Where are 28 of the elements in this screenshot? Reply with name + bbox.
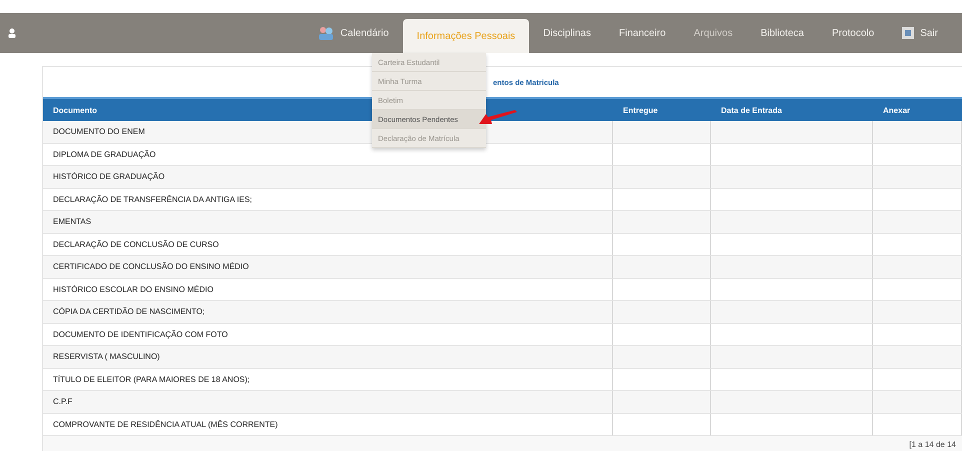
column-header: Data de Entrada [711,97,873,121]
user-icon[interactable] [8,28,16,38]
nav-item[interactable]: Calendário [304,26,403,40]
pager-text: [1 a 14 de 14 [909,440,956,449]
table-cell: DIPLOMA DE GRADUAÇÃO [43,144,613,166]
people-icon [318,26,334,40]
table-cell: HISTÓRICO ESCOLAR DO ENSINO MÉDIO [43,278,613,301]
table-cell: DECLARAÇÃO DE CONCLUSÃO DE CURSO [43,234,613,256]
column-header: Anexar [873,97,962,121]
table-cell: DECLARAÇÃO DE TRANSFERÊNCIA DA ANTIGA IES; [43,188,613,211]
nav-item[interactable]: Biblioteca [746,28,818,38]
nav-item[interactable]: Disciplinas [529,28,605,38]
exit-icon [902,27,914,39]
table-cell: DOCUMENTO DE IDENTIFICAÇÃO COM FOTO [43,324,613,346]
pointer-arrow-drawing [478,110,518,126]
nav-item[interactable]: Financeiro [604,28,680,38]
table-cell: CERTIFICADO DE CONCLUSÃO DO ENSINO MÉDIO [43,256,613,278]
nav-item[interactable]: Informações Pessoais [402,19,530,53]
table-cell: HISTÓRICO DE GRADUAÇÃO [43,166,613,188]
table-cell: RESERVISTA ( MASCULINO) [43,346,613,368]
nav-item[interactable]: Sair [888,27,952,39]
table-cell: CÓPIA DA CERTIDÃO DE NASCIMENTO; [43,301,613,324]
table-cell: COMPROVANTE DE RESIDÊNCIA ATUAL (MÊS CORRENTE) [43,414,613,436]
table-cell: C.P.F [43,391,613,414]
table-cell: TÍTULO DE ELEITOR (PARA MAIORES DE 18 ANOS); [43,368,613,391]
column-header: Entregue [613,97,711,121]
nav-item[interactable]: Protocolo [818,28,888,38]
table-cell: EMENTAS [43,211,613,234]
